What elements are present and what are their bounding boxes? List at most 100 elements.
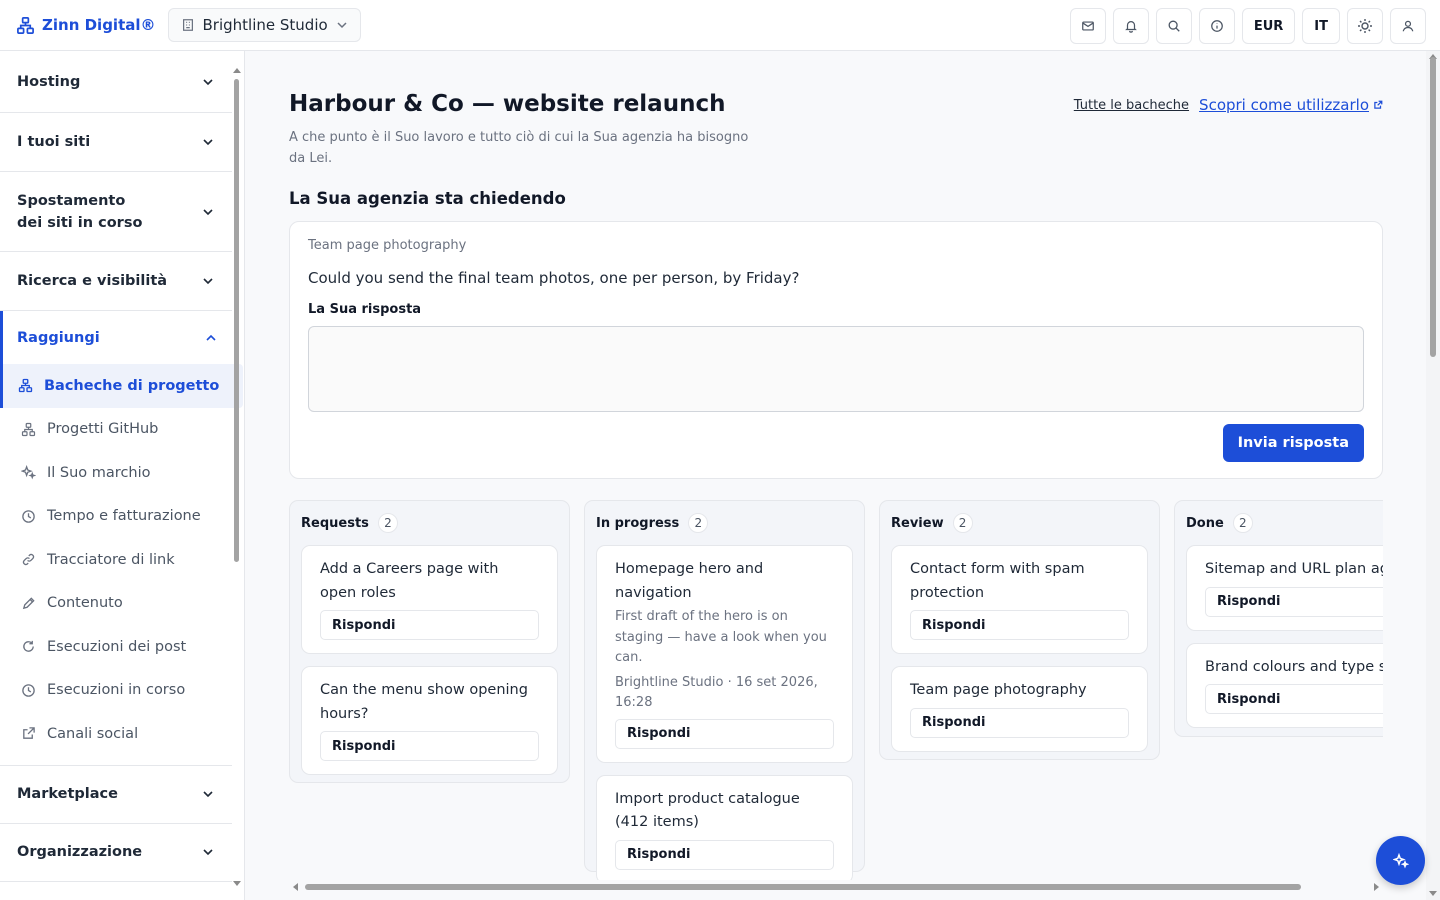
sidebar-item-post-runs[interactable]: Esecuzioni dei post bbox=[0, 625, 232, 669]
sidebar-item-social-channels[interactable]: Canali social bbox=[0, 712, 232, 756]
board-card[interactable]: Can the menu show opening hours? Rispond… bbox=[301, 666, 558, 775]
sidebar-scrollbar[interactable] bbox=[232, 65, 241, 900]
reply-button[interactable]: Rispondi bbox=[1205, 586, 1383, 617]
reply-button[interactable]: Rispondi bbox=[910, 610, 1129, 640]
sidebar-section-search-visibility[interactable]: Ricerca e visibilità bbox=[0, 252, 232, 311]
org-switcher-label: Brightline Studio bbox=[202, 16, 328, 34]
learn-link-label: Scopri come utilizzarlo bbox=[1199, 96, 1369, 114]
chevron-down-icon bbox=[202, 275, 214, 287]
board-card[interactable]: Contact form with spam protection Rispon… bbox=[891, 545, 1148, 654]
scroll-right-arrow-icon[interactable] bbox=[1374, 883, 1379, 891]
sidebar-section-sites[interactable]: I tuoi siti bbox=[0, 113, 232, 172]
scroll-down-arrow-icon[interactable] bbox=[233, 881, 241, 886]
sidebar: Hosting I tuoi siti Spostamento dei siti… bbox=[0, 51, 245, 900]
sidebar-item-label: Il Suo marchio bbox=[47, 464, 151, 481]
scroll-down-arrow-icon[interactable] bbox=[1429, 891, 1437, 896]
header-links: Tutte le bacheche Scopri come utilizzarl… bbox=[1074, 96, 1383, 114]
column-title: Done bbox=[1186, 515, 1224, 531]
org-switcher[interactable]: Brightline Studio bbox=[167, 8, 361, 42]
sidebar-section-label: Organizzazione bbox=[17, 844, 143, 860]
scroll-left-arrow-icon[interactable] bbox=[293, 883, 298, 891]
asking-section-title: La Sua agenzia sta chiedendo bbox=[289, 189, 566, 208]
sidebar-section-label: Marketplace bbox=[17, 786, 118, 802]
sidebar-section-migrations[interactable]: Spostamento dei siti in corso bbox=[0, 172, 232, 252]
board-card[interactable]: Team page photography Rispondi bbox=[891, 666, 1148, 752]
sidebar-section-marketplace[interactable]: Marketplace bbox=[0, 766, 232, 824]
chevron-down-icon bbox=[202, 206, 214, 218]
send-answer-button[interactable]: Invia risposta bbox=[1222, 424, 1364, 462]
answer-label: La Sua risposta bbox=[308, 302, 422, 317]
board-card[interactable]: Homepage hero and navigation First draft… bbox=[596, 545, 853, 763]
chevron-down-icon bbox=[202, 76, 214, 88]
sidebar-item-time-billing[interactable]: Tempo e fatturazione bbox=[0, 495, 232, 539]
request-card-tag: Team page photography bbox=[308, 238, 467, 253]
board-card[interactable]: Add a Careers page with open roles Rispo… bbox=[301, 545, 558, 654]
sidebar-section-label: I tuoi siti bbox=[17, 134, 91, 150]
scroll-up-arrow-icon[interactable] bbox=[233, 68, 241, 73]
column-title: Review bbox=[891, 515, 944, 531]
sidebar-item-github[interactable]: Progetti GitHub bbox=[0, 408, 232, 452]
chevron-up-icon bbox=[205, 332, 217, 344]
account-button[interactable] bbox=[1390, 8, 1426, 44]
mail-icon bbox=[1081, 19, 1095, 33]
reply-button[interactable]: Rispondi bbox=[1205, 684, 1383, 714]
card-title: Homepage hero and navigation bbox=[615, 561, 764, 601]
building-icon bbox=[181, 18, 195, 32]
sidebar-section-label: Hosting bbox=[17, 73, 81, 90]
brand-logo[interactable]: Zinn Digital® bbox=[16, 16, 156, 35]
board-horizontal-scrollbar[interactable] bbox=[289, 881, 1383, 893]
sidebar-section-raggiungi[interactable]: Raggiungi bbox=[3, 311, 235, 364]
project-board: Requests 2 Add a Careers page with open … bbox=[289, 500, 1383, 880]
sidebar-section-hosting[interactable]: Hosting bbox=[0, 51, 232, 113]
column-count-badge: 2 bbox=[377, 513, 398, 533]
page-scrollbar[interactable] bbox=[1426, 51, 1440, 900]
sidebar-section-label: Spostamento dei siti in corso bbox=[17, 192, 143, 231]
brand-name: Zinn Digital® bbox=[42, 16, 156, 34]
request-question: Could you send the final team photos, on… bbox=[308, 269, 800, 287]
sidebar-scrollbar-thumb[interactable] bbox=[234, 79, 239, 562]
card-title: Can the menu show opening hours? bbox=[320, 682, 528, 722]
sidebar-item-label: Esecuzioni in corso bbox=[47, 682, 186, 699]
link-icon bbox=[20, 552, 37, 567]
sidebar-section-organization[interactable]: Organizzazione bbox=[0, 824, 232, 882]
sidebar-item-label: Tracciatore di link bbox=[47, 551, 175, 568]
reply-button[interactable]: Rispondi bbox=[615, 839, 834, 870]
search-button[interactable] bbox=[1155, 8, 1192, 44]
main-content: Harbour & Co — website relaunch A che pu… bbox=[246, 51, 1426, 900]
column-header: Review 2 bbox=[891, 501, 1148, 545]
info-button[interactable] bbox=[1198, 8, 1235, 44]
sidebar-divider bbox=[0, 756, 232, 766]
sidebar-item-label: Bacheche di progetto bbox=[44, 377, 220, 394]
column-count-badge: 2 bbox=[688, 513, 709, 533]
reply-button[interactable]: Rispondi bbox=[320, 610, 539, 640]
currency-button[interactable]: EUR bbox=[1241, 8, 1296, 44]
column-title: Requests bbox=[301, 515, 369, 531]
column-title: In progress bbox=[596, 515, 680, 531]
notifications-button[interactable] bbox=[1112, 8, 1149, 44]
sidebar-item-project-boards[interactable]: Bacheche di progetto bbox=[3, 364, 243, 408]
clock-icon bbox=[20, 509, 37, 524]
theme-toggle-button[interactable] bbox=[1347, 8, 1383, 44]
board-card[interactable]: Import product catalogue (412 items) Ris… bbox=[596, 774, 853, 880]
reply-button[interactable]: Rispondi bbox=[615, 718, 834, 749]
page-scrollbar-thumb[interactable] bbox=[1430, 57, 1436, 357]
sidebar-item-content[interactable]: Contenuto bbox=[0, 582, 232, 626]
board-card[interactable]: Brand colours and type set Rispondi bbox=[1186, 642, 1383, 728]
messages-button[interactable] bbox=[1069, 8, 1106, 44]
learn-link[interactable]: Scopri come utilizzarlo bbox=[1199, 96, 1383, 114]
board-scrollbar-thumb[interactable] bbox=[305, 884, 1301, 890]
board-card[interactable]: Sitemap and URL plan agreed Rispondi bbox=[1186, 545, 1383, 631]
answer-textarea[interactable] bbox=[308, 326, 1364, 412]
all-boards-link[interactable]: Tutte le bacheche bbox=[1074, 98, 1189, 113]
ai-assistant-button[interactable] bbox=[1376, 836, 1425, 885]
card-title: Contact form with spam protection bbox=[910, 561, 1085, 601]
reply-button[interactable]: Rispondi bbox=[910, 707, 1129, 738]
sidebar-item-label: Esecuzioni dei post bbox=[47, 638, 187, 655]
sidebar-item-link-tracker[interactable]: Tracciatore di link bbox=[0, 538, 232, 582]
chevron-down-icon bbox=[202, 846, 214, 858]
sidebar-item-brand[interactable]: Il Suo marchio bbox=[0, 451, 232, 495]
sidebar-item-running-executions[interactable]: Esecuzioni in corso bbox=[0, 669, 232, 713]
language-button[interactable]: IT bbox=[1302, 8, 1340, 44]
reply-button[interactable]: Rispondi bbox=[320, 731, 539, 761]
external-link-icon bbox=[1373, 100, 1383, 110]
